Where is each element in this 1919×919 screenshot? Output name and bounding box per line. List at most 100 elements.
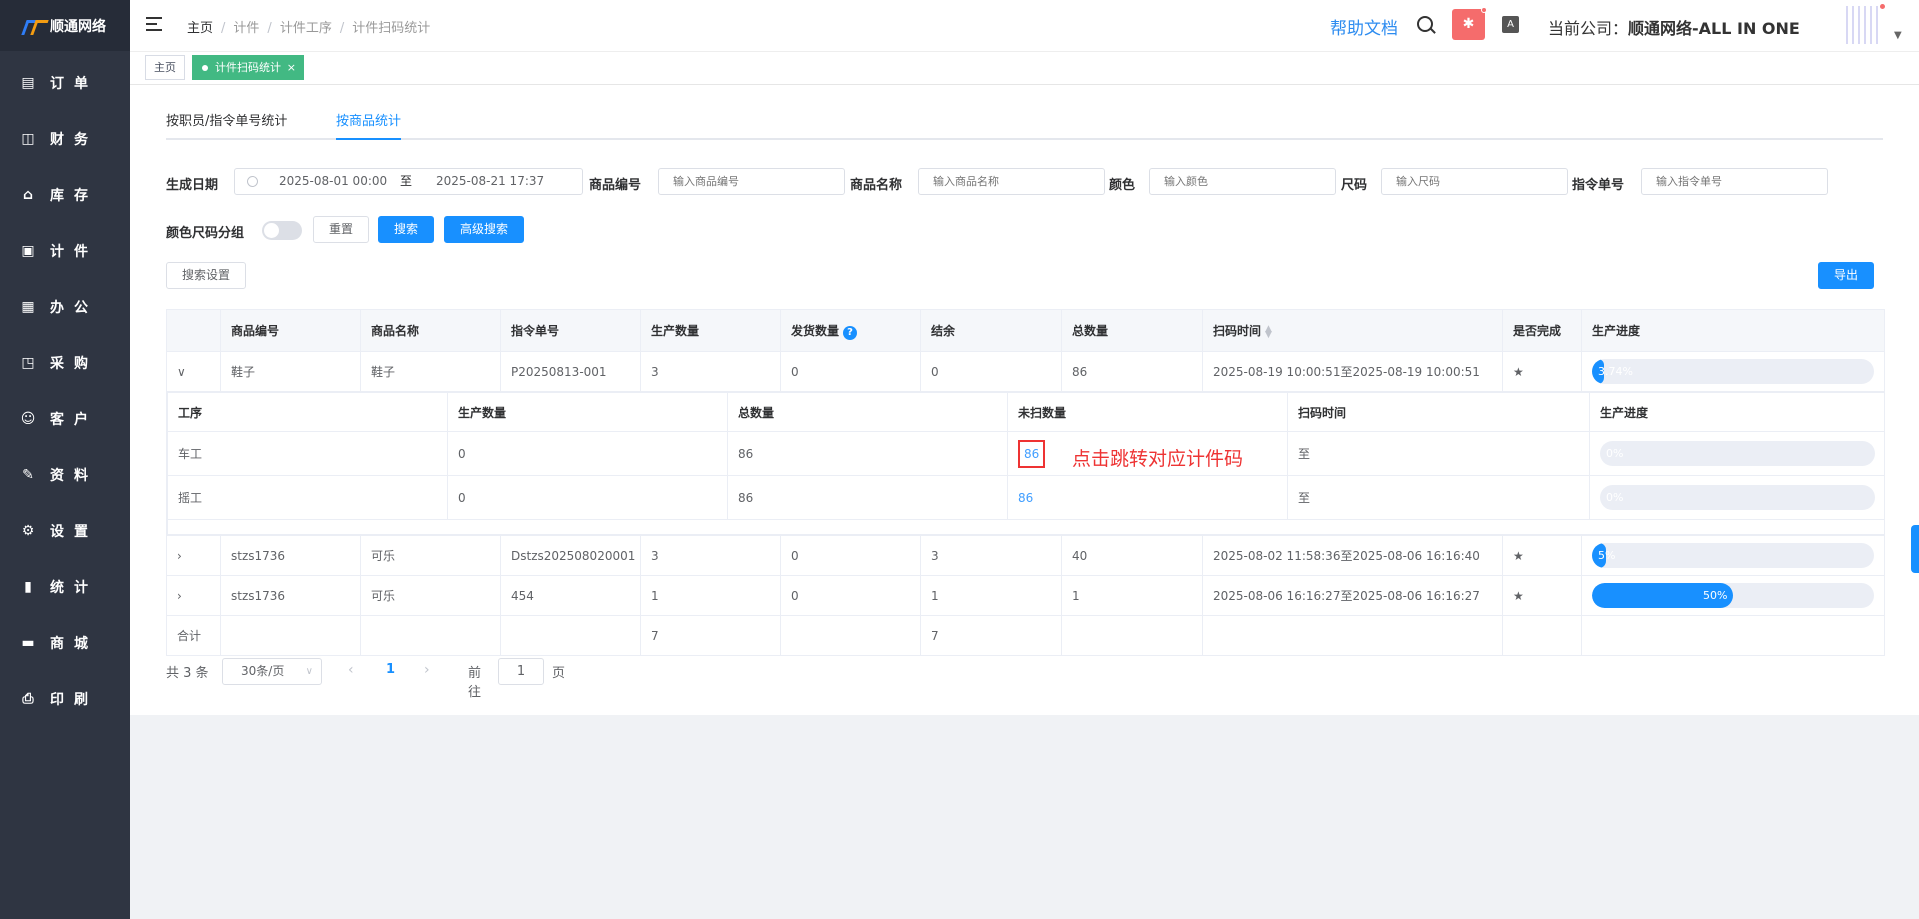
tab-by-employee[interactable]: 按职员/指令单号统计 (166, 109, 287, 140)
sort-icon[interactable]: ▲ ▼ (1265, 324, 1272, 339)
current-company: 当前公司：顺通网络-ALL IN ONE (1548, 19, 1800, 38)
unscanned-count-link[interactable]: 86 (1018, 491, 1033, 505)
table-row[interactable]: › stzs1736 可乐 Dstzs202508020001 3 0 3 40 2025-08… (166, 535, 1885, 576)
sub-col-header: 总数量 (727, 392, 1008, 432)
sidebar-item[interactable]: ✎ 资料 (0, 447, 130, 503)
cell-shipped: 0 (780, 351, 921, 392)
chevron-down-icon[interactable]: ∨ (166, 351, 221, 392)
progress-bar: 50% (1592, 583, 1874, 608)
breadcrumb: 主页 / 计件 / 计件工序 / 计件扫码统计 (187, 21, 431, 36)
chevron-down-icon[interactable]: ▼ (1894, 30, 1902, 41)
date-start[interactable]: 2025-08-01 00:00 (279, 169, 387, 194)
export-button[interactable]: 导出 (1818, 262, 1874, 289)
breadcrumb-item[interactable]: 计件工序 (280, 21, 332, 36)
breadcrumb-item[interactable]: 计件 (233, 21, 259, 36)
page-size-select[interactable]: 30条/页 ∨ (222, 658, 322, 685)
sub-cell-scan-time: 至 (1287, 475, 1590, 520)
goto-label: 前往 (468, 666, 482, 700)
sidebar-item[interactable]: ▮ 统计 (0, 559, 130, 615)
sidebar-item[interactable]: ▬ 商城 (0, 615, 130, 671)
page-number[interactable]: 1 (386, 662, 395, 677)
sidebar-item[interactable]: ⎙ 印刷 (0, 671, 130, 727)
sidebar-item-label: 商城 (50, 636, 98, 652)
user-icon: ☺ (20, 411, 36, 427)
close-icon[interactable]: × (287, 56, 296, 79)
help-docs-link[interactable]: 帮助文档 (1330, 14, 1398, 39)
col-header: 总数量 (1061, 309, 1203, 352)
cell-balance: 1 (920, 575, 1062, 616)
help-icon[interactable]: ? (843, 325, 858, 340)
side-drawer-handle[interactable] (1911, 525, 1919, 573)
sidebar-item[interactable]: ▤ 订单 (0, 55, 130, 111)
sidebar-item[interactable]: ☺ 客户 (0, 391, 130, 447)
sidebar-item[interactable]: ⌂ 库存 (0, 167, 130, 223)
unscanned-count-link[interactable]: 86 (1024, 447, 1039, 461)
avatar[interactable] (1842, 6, 1880, 44)
translate-icon[interactable]: A (1502, 16, 1519, 33)
search-icon[interactable] (1417, 16, 1433, 32)
company-name: 顺通网络-ALL IN ONE (1628, 19, 1800, 38)
sub-cell-progress: 0% (1589, 431, 1884, 476)
menu-toggle-icon[interactable] (146, 17, 162, 31)
cell-produced: 3 (640, 535, 781, 576)
sidebar-item[interactable]: ▣ 计件 (0, 223, 130, 279)
edit-icon: ✎ (22, 467, 34, 483)
col-header: 商品名称 (360, 309, 501, 352)
product-name-label: 商品名称 (850, 178, 903, 193)
chevron-right-icon[interactable]: › (166, 535, 221, 576)
sidebar-item-label: 设置 (50, 524, 98, 540)
search-button[interactable]: 搜索 (378, 216, 434, 243)
warehouse-icon: ⌂ (22, 187, 34, 203)
sub-cell-unscanned: 86 (1007, 475, 1288, 520)
table-row[interactable]: › stzs1736 可乐 454 1 0 1 1 2025-08-06 16:16:27至20… (166, 575, 1885, 616)
order-input[interactable] (1641, 168, 1828, 195)
tab-by-product[interactable]: 按商品统计 (336, 109, 402, 140)
tag-home[interactable]: 主页 (145, 55, 185, 80)
cell-produced: 3 (640, 351, 781, 392)
gear-icon: ⚙ (21, 523, 35, 539)
sidebar-item[interactable]: ⚙ 设置 (0, 503, 130, 559)
sub-cell-process: 车工 (167, 431, 448, 476)
search-settings-button[interactable]: 搜索设置 (166, 262, 246, 289)
sub-col-header: 生产进度 (1589, 392, 1884, 432)
table-row[interactable]: ∨ 鞋子 鞋子 P20250813-001 3 0 0 86 2025-08-19 10:00:… (166, 351, 1885, 392)
reset-button[interactable]: 重置 (313, 216, 369, 243)
calendar-icon: ▦ (21, 299, 35, 315)
cell-order: 454 (500, 575, 641, 616)
color-label: 颜色 (1109, 178, 1136, 193)
prev-page-button[interactable]: ‹ (348, 662, 354, 678)
progress-bar: 0% (1600, 485, 1875, 510)
date-range-separator: 至 (400, 174, 413, 188)
sidebar-item[interactable]: ◳ 采购 (0, 335, 130, 391)
page-unit-label: 页 (552, 666, 566, 681)
advanced-search-button[interactable]: 高级搜索 (444, 216, 524, 243)
col-header-scan-time[interactable]: 扫码时间 ▲ ▼ (1202, 309, 1503, 352)
group-toggle[interactable] (262, 221, 302, 240)
sidebar-item-label: 计件 (50, 244, 98, 260)
sub-header-row: 工序 生产数量 总数量 未扫数量 扫码时间 生产进度 (167, 392, 1884, 432)
unscanned-link-highlight[interactable]: 86 (1018, 439, 1046, 468)
chevron-right-icon[interactable]: › (166, 575, 221, 616)
sidebar-item-label: 统计 (50, 580, 98, 596)
sidebar-item[interactable]: ◫ 财务 (0, 111, 130, 167)
goto-page-input[interactable]: 1 (498, 658, 544, 685)
color-input[interactable] (1149, 168, 1336, 195)
sub-cell-scan-time: 至 (1287, 431, 1590, 476)
col-header-shipped: 发货数量? (780, 309, 921, 352)
size-input[interactable] (1381, 168, 1568, 195)
cell-scan-time: 2025-08-19 10:00:51至2025-08-19 10:00:51 (1202, 351, 1503, 392)
sub-cell-total: 86 (727, 475, 1008, 520)
bug-report-button[interactable]: ✱ (1452, 7, 1487, 40)
brand-logo[interactable]: 顺通网络 (0, 0, 130, 51)
breadcrumb-current: 计件扫码统计 (352, 21, 431, 36)
product-code-input[interactable] (658, 168, 845, 195)
date-range-picker[interactable]: 2025-08-01 00:00 至 2025-08-21 17:37 (234, 168, 583, 195)
summary-row: 合计 7 7 (166, 615, 1885, 656)
sidebar-item[interactable]: ▦ 办公 (0, 279, 130, 335)
next-page-button[interactable]: › (424, 662, 430, 678)
breadcrumb-home[interactable]: 主页 (187, 21, 213, 36)
progress-label: 0% (1606, 447, 1624, 460)
date-end[interactable]: 2025-08-21 17:37 (436, 169, 544, 194)
product-name-input[interactable] (918, 168, 1105, 195)
tag-piece-scan-stats[interactable]: 计件扫码统计 × (192, 55, 304, 80)
